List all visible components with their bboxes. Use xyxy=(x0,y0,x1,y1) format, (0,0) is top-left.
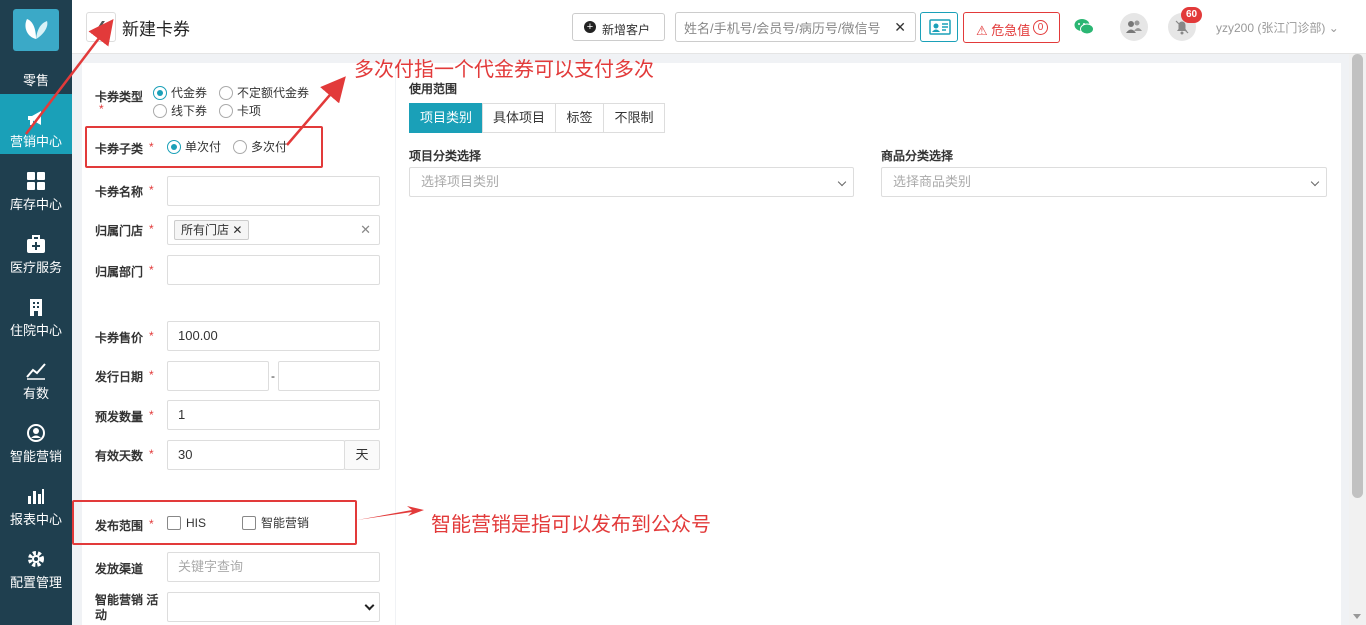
annotation-arrows xyxy=(25,19,424,520)
arrow-to-title xyxy=(25,19,114,135)
arrow-to-multi-pay-note xyxy=(286,76,346,146)
arrow-to-smart-marketing-note xyxy=(357,506,424,520)
